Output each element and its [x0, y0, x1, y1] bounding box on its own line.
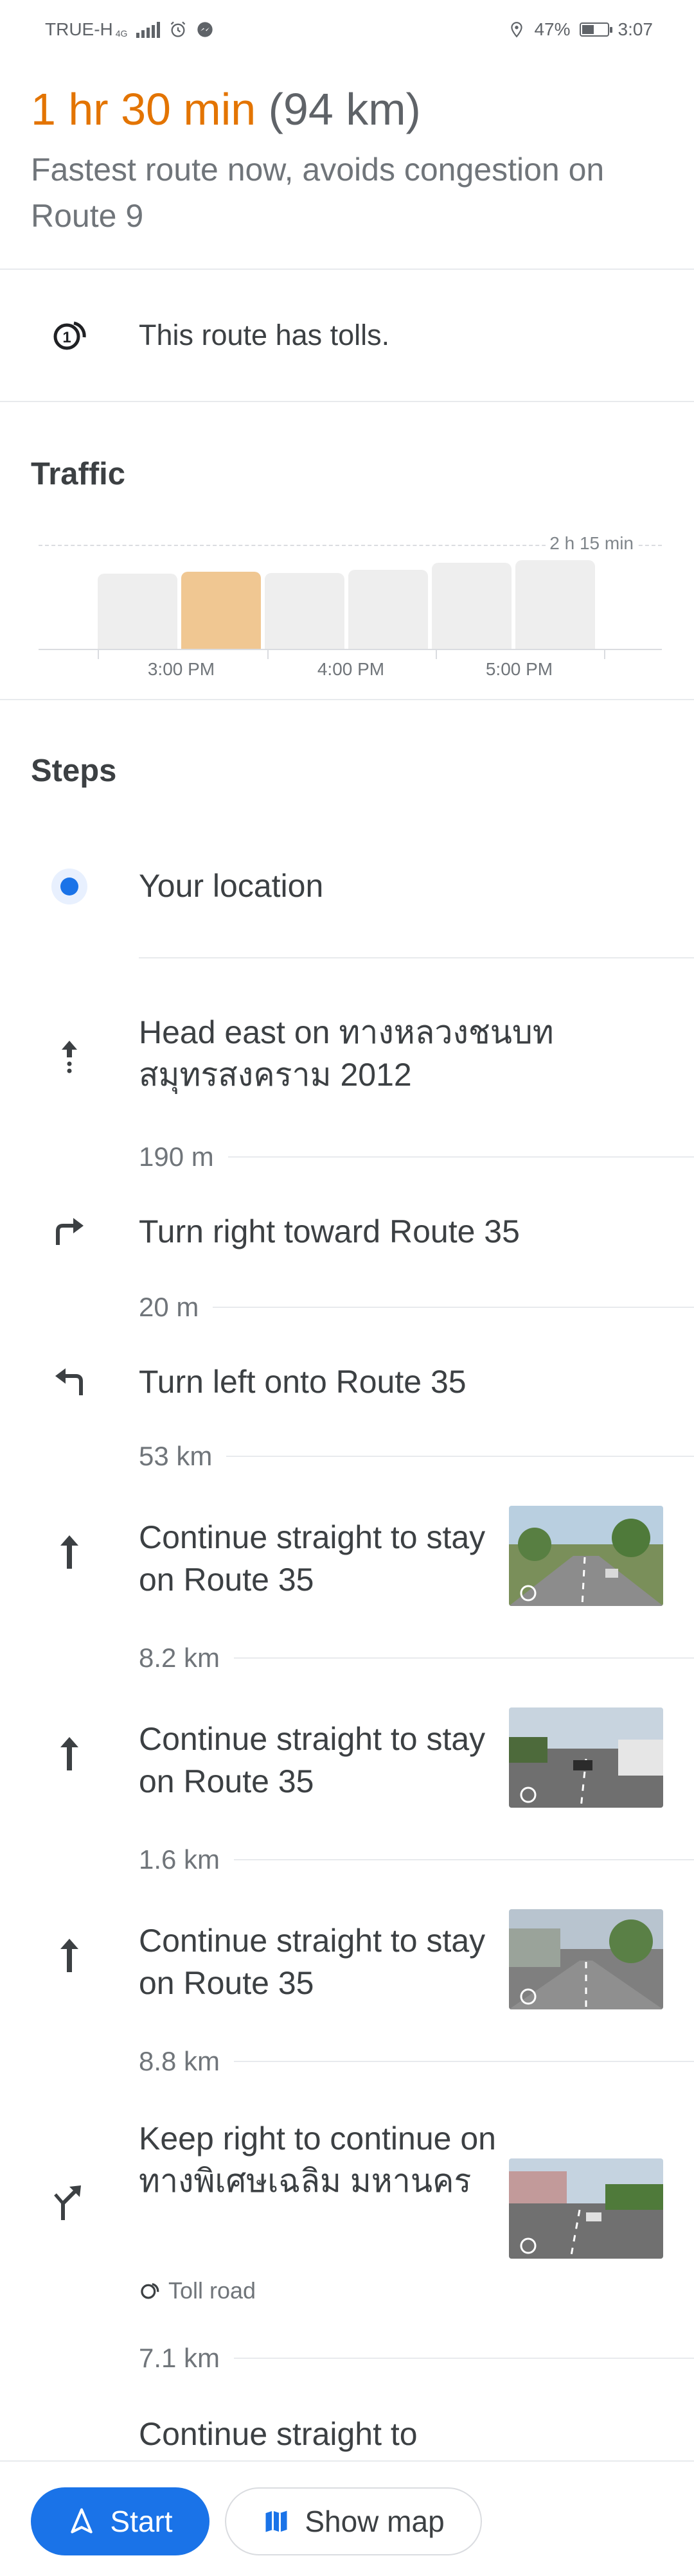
traffic-bar	[515, 560, 595, 649]
step-instruction: Turn right toward Route 35	[139, 1213, 520, 1249]
step-distance-row: 190 m	[139, 1141, 694, 1173]
street-view-thumbnail[interactable]	[509, 2158, 663, 2259]
traffic-axis	[39, 649, 662, 650]
route-distance: (94 km)	[268, 84, 421, 134]
step-distance: 8.8 km	[139, 2046, 220, 2076]
traffic-tick	[436, 650, 437, 659]
step-instruction: Continue straight to stay on Route 35	[139, 1519, 486, 1598]
messenger-icon	[197, 22, 213, 37]
your-location-icon	[51, 869, 87, 904]
step-distance-row: 8.2 km	[139, 1642, 694, 1674]
traffic-bar	[348, 570, 428, 649]
step-instruction: Head east on ทางหลวงชนบท สมุทรสงคราม 201…	[139, 1014, 554, 1093]
map-icon	[265, 2510, 287, 2532]
step-distance: 7.1 km	[139, 2343, 220, 2373]
traffic-chart: 2 h 15 min 3:00 PM 4:00 PM 5:00 PM	[39, 520, 662, 700]
origin-label: Your location	[139, 868, 324, 904]
toll-road-label: Toll road	[168, 2277, 256, 2304]
step-distance: 8.2 km	[139, 1643, 220, 1673]
street-view-thumbnail[interactable]	[509, 1506, 663, 1606]
step-distance: 190 m	[139, 1142, 214, 1172]
step-instruction: Keep right to continue on ทางพิเศษเฉลิม …	[139, 2121, 496, 2199]
battery-icon	[579, 22, 612, 37]
keep-right-icon	[54, 2185, 81, 2220]
street-view-thumbnail[interactable]	[509, 1707, 663, 1808]
navigation-arrow-icon	[71, 2508, 93, 2534]
street-view-image	[509, 1506, 663, 1606]
step-distance: 1.6 km	[139, 1844, 220, 1875]
traffic-time-label: 5:00 PM	[485, 659, 553, 679]
straight-arrow-icon	[60, 1737, 78, 1770]
turn-left-icon	[55, 1368, 83, 1395]
clock: 3:07	[618, 19, 654, 39]
battery-percent: 47%	[534, 19, 571, 39]
step-distance-row: 8.8 km	[139, 2045, 694, 2078]
step-instruction: Turn left onto Route 35	[139, 1364, 467, 1400]
traffic-tick	[98, 650, 99, 659]
show-map-label: Show map	[305, 2505, 445, 2538]
step-distance-row: 53 km	[139, 1440, 694, 1472]
head-arrow-icon	[62, 1041, 77, 1073]
divider	[0, 699, 694, 700]
toll-road-tag: Toll road	[139, 2269, 256, 2304]
traffic-bar	[265, 573, 344, 649]
turn-right-icon	[56, 1218, 84, 1245]
route-duration: 1 hr 30 min (94 km)	[31, 77, 667, 141]
location-icon	[511, 22, 523, 38]
alarm-icon	[171, 21, 186, 37]
divider	[0, 401, 694, 402]
step-instruction: Continue straight to	[139, 2416, 418, 2452]
bottom-action-bar: Start Show map	[0, 2460, 694, 2576]
step-distance-row: 1.6 km	[139, 1844, 694, 1876]
step-distance-row: 20 m	[139, 1291, 694, 1323]
start-label: Start	[110, 2505, 173, 2538]
step-instruction: Continue straight to stay on Route 35	[139, 1721, 486, 1799]
step-instruction: Continue straight to stay on Route 35	[139, 1923, 486, 2001]
toll-icon: 1	[53, 321, 86, 350]
network-type: 4G	[115, 28, 128, 39]
traffic-bar	[98, 574, 177, 649]
steps-title: Steps	[31, 754, 117, 788]
step-distance-row: 7.1 km	[139, 2342, 694, 2374]
route-summary: 1 hr 30 min (94 km) Fastest route now, a…	[31, 77, 667, 239]
step-distance: 20 m	[139, 1292, 199, 1322]
straight-arrow-icon	[60, 1939, 78, 1972]
signal-icon	[136, 21, 161, 38]
traffic-time-label: 4:00 PM	[317, 659, 385, 679]
traffic-tick	[267, 650, 269, 659]
divider	[139, 957, 694, 958]
route-description: Fastest route now, avoids congestion on …	[31, 152, 605, 234]
traffic-bar	[181, 572, 261, 649]
straight-arrow-icon	[60, 1535, 78, 1569]
tolls-notice: 1 This route has tolls.	[0, 270, 694, 401]
street-view-image	[509, 1707, 663, 1808]
svg-text:1: 1	[62, 329, 71, 346]
show-map-button[interactable]: Show map	[225, 2487, 482, 2555]
traffic-time-label: 3:00 PM	[147, 659, 215, 679]
toll-road-icon	[141, 2282, 159, 2299]
start-button[interactable]: Start	[31, 2487, 209, 2555]
traffic-bar	[432, 563, 512, 649]
street-view-image	[509, 2158, 663, 2259]
street-view-thumbnail[interactable]	[509, 1909, 663, 2009]
status-bar: TRUE-H 4G 47% 3:07	[0, 0, 694, 59]
street-view-image	[509, 1909, 663, 2009]
traffic-max-label: 2 h 15 min	[546, 533, 637, 554]
carrier-label: TRUE-H	[45, 19, 113, 39]
traffic-tick	[604, 650, 605, 659]
duration-time: 1 hr 30 min	[31, 84, 256, 134]
tolls-text: This route has tolls.	[139, 319, 390, 351]
traffic-title: Traffic	[31, 457, 126, 491]
step-distance: 53 km	[139, 1441, 213, 1471]
